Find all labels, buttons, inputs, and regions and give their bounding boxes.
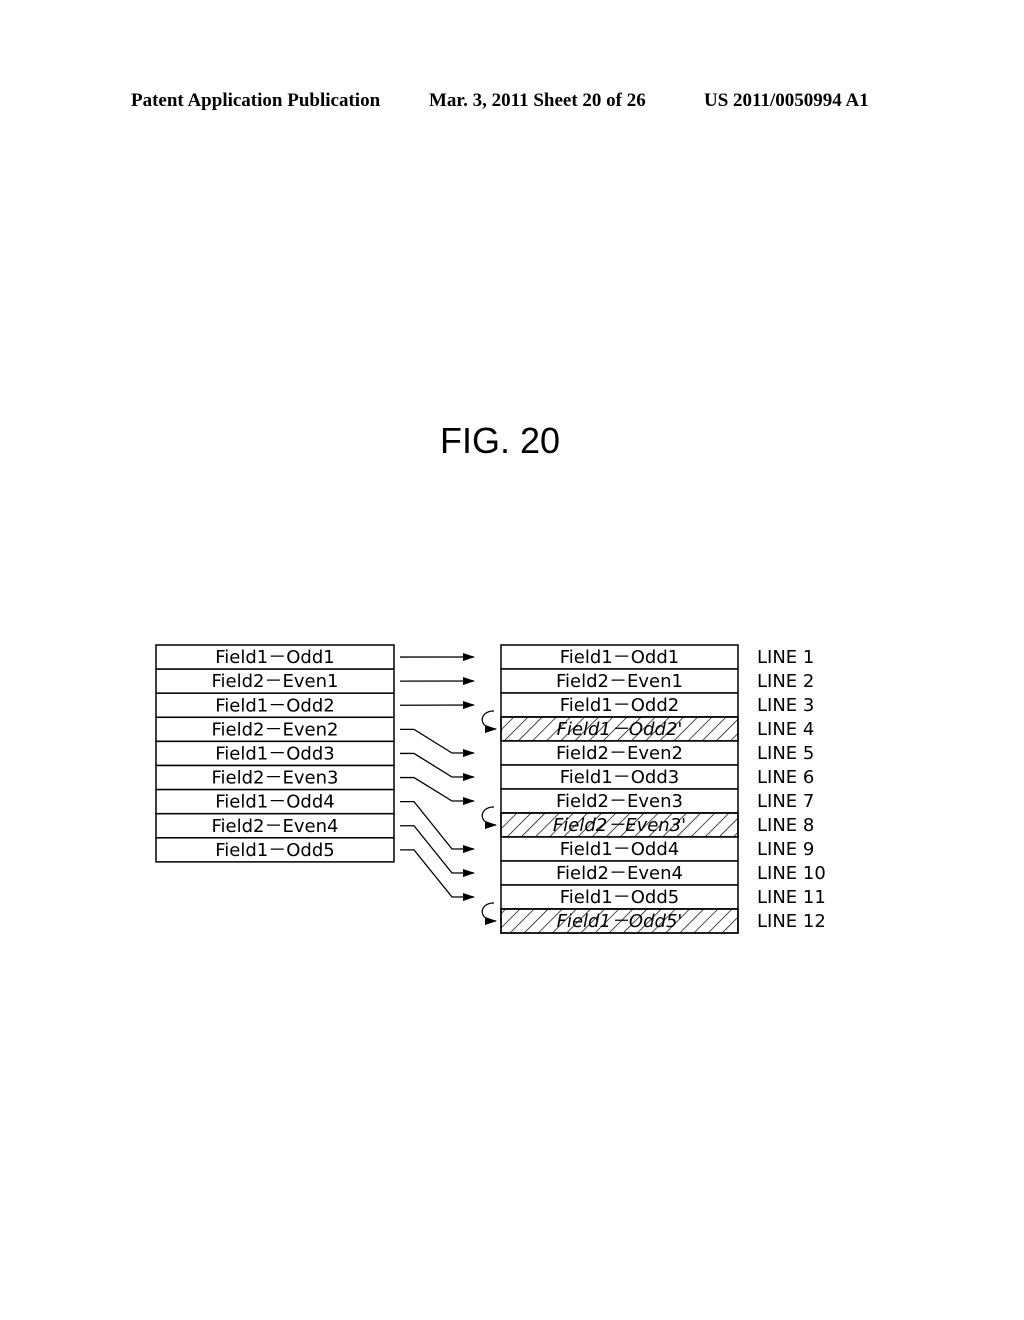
source-field-row: Field2－Even4 bbox=[155, 812, 395, 839]
source-field-label: Field2－Even1 bbox=[212, 671, 339, 692]
source-field-row: Field1－Odd2 bbox=[155, 692, 395, 719]
source-field-label: Field2－Even2 bbox=[212, 719, 339, 740]
line-number-label: LINE 8 bbox=[757, 815, 814, 836]
output-line-label: Field2－Even1 bbox=[556, 671, 683, 692]
output-line-label: Field1－Odd5 bbox=[560, 887, 679, 908]
source-field-row: Field2－Even2 bbox=[155, 716, 395, 743]
output-line-row: Field1－Odd3 bbox=[500, 764, 739, 790]
output-line-label: Field2－Even2 bbox=[556, 743, 683, 764]
source-field-label: Field1－Odd4 bbox=[215, 792, 334, 813]
line-number-label: LINE 1 bbox=[757, 647, 814, 668]
source-field-label: Field1－Odd1 bbox=[215, 647, 334, 668]
output-line-label: Field1－Odd2 bbox=[560, 695, 679, 716]
output-line-label: Field1－Odd5' bbox=[557, 911, 683, 932]
line-number-label: LINE 4 bbox=[757, 719, 814, 740]
output-line-label: Field2－Even4 bbox=[556, 863, 683, 884]
source-field-label: Field2－Even3 bbox=[212, 768, 339, 789]
output-line-row: Field1－Odd5 bbox=[500, 884, 739, 910]
source-field-label: Field1－Odd5 bbox=[215, 840, 334, 861]
duplicate-arrow bbox=[481, 902, 497, 925]
line-number-label: LINE 11 bbox=[757, 887, 826, 908]
output-line-label: Field2－Even3' bbox=[553, 815, 686, 836]
duplicate-arrow bbox=[481, 710, 497, 733]
output-line-row: Field2－Even4 bbox=[500, 860, 739, 886]
line-number-label: LINE 12 bbox=[757, 911, 826, 932]
duplicate-arrow bbox=[481, 806, 497, 829]
output-line-row: Field1－Odd4 bbox=[500, 836, 739, 862]
source-field-row: Field2－Even3 bbox=[155, 764, 395, 791]
source-field-row: Field1－Odd5 bbox=[155, 837, 395, 863]
output-line-row: Field1－Odd5' bbox=[500, 908, 739, 934]
output-line-label: Field1－Odd1 bbox=[560, 647, 679, 668]
source-field-row: Field1－Odd4 bbox=[155, 788, 395, 815]
line-number-label: LINE 10 bbox=[757, 863, 826, 884]
output-line-label: Field1－Odd3 bbox=[560, 767, 679, 788]
source-field-row: Field2－Even1 bbox=[155, 668, 395, 694]
source-field-row: Field1－Odd1 bbox=[155, 644, 395, 670]
line-number-label: LINE 2 bbox=[757, 671, 814, 692]
output-line-row: Field2－Even3' bbox=[500, 812, 739, 838]
line-number-label: LINE 9 bbox=[757, 839, 814, 860]
output-line-row: Field2－Even2 bbox=[500, 740, 739, 766]
mapping-arrow bbox=[400, 728, 475, 757]
line-number-label: LINE 5 bbox=[757, 743, 814, 764]
source-field-label: Field1－Odd2 bbox=[215, 695, 334, 716]
output-line-row: Field1－Odd1 bbox=[500, 644, 739, 670]
output-line-label: Field1－Odd4 bbox=[560, 839, 679, 860]
output-line-row: Field1－Odd2' bbox=[500, 716, 739, 742]
line-number-label: LINE 3 bbox=[757, 695, 814, 716]
source-field-row: Field1－Odd3 bbox=[155, 740, 395, 767]
output-line-label: Field2－Even3 bbox=[556, 791, 683, 812]
line-number-label: LINE 6 bbox=[757, 767, 814, 788]
output-line-row: Field1－Odd2 bbox=[500, 692, 739, 718]
line-number-label: LINE 7 bbox=[757, 791, 814, 812]
output-line-row: Field2－Even3 bbox=[500, 788, 739, 814]
source-field-label: Field2－Even4 bbox=[212, 816, 339, 837]
output-line-row: Field2－Even1 bbox=[500, 668, 739, 694]
output-line-label: Field1－Odd2' bbox=[557, 719, 683, 740]
source-field-label: Field1－Odd3 bbox=[215, 743, 334, 764]
mapping-arrow bbox=[400, 776, 475, 805]
field-mapping-diagram: Field1－Odd1 Field2－Even1 Field1－Odd2 Field2… bbox=[155, 644, 826, 934]
mapping-arrow bbox=[400, 752, 475, 781]
